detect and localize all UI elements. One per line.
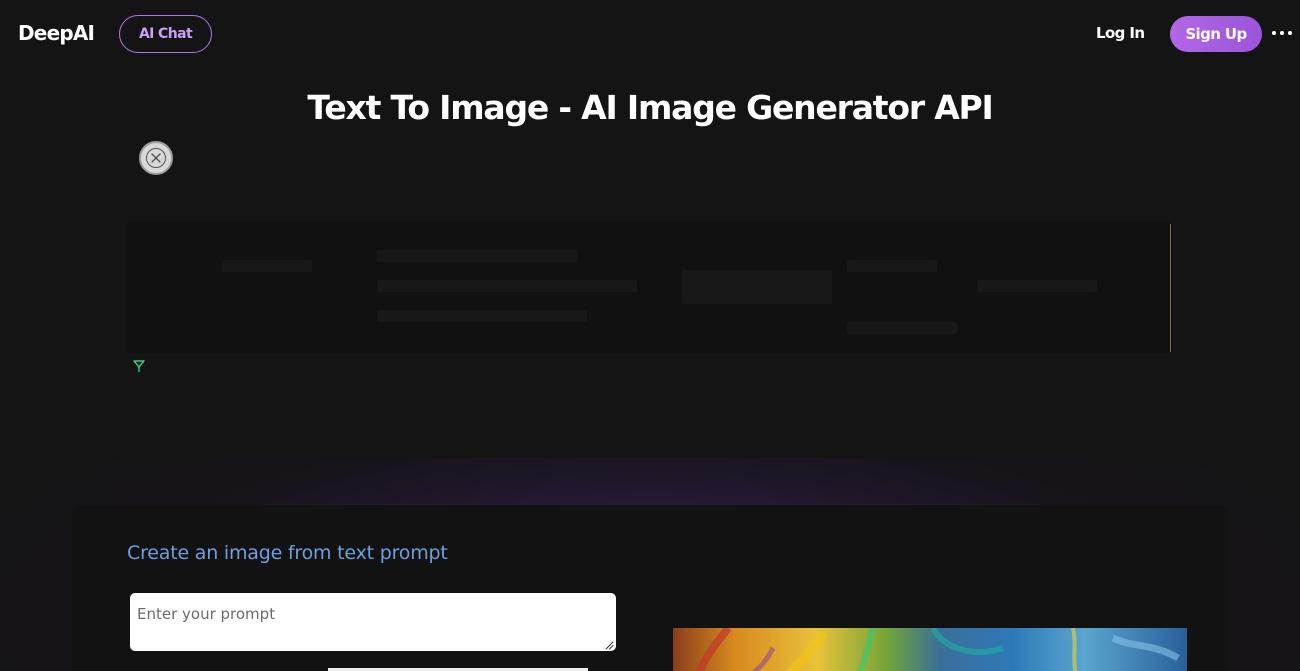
ai-chat-button[interactable]: AI Chat: [119, 15, 212, 53]
page: DeepAI AI Chat Log In Sign Up Text To Im…: [0, 0, 1300, 671]
ad-ghost-text: [222, 260, 312, 272]
ad-border-line: [1170, 224, 1171, 352]
generator-card: Create an image from text prompt: [72, 505, 1230, 671]
more-dot: [1272, 31, 1276, 35]
advertisement-banner[interactable]: [127, 222, 1172, 353]
ad-ghost-text: [377, 250, 577, 262]
more-horizontal-icon[interactable]: [1272, 31, 1292, 37]
ad-ghost-button: [682, 270, 832, 304]
prompt-input[interactable]: [130, 593, 616, 651]
close-icon[interactable]: [139, 141, 173, 175]
close-icon-ring: [146, 148, 166, 168]
abstract-painting-image: [673, 628, 1187, 671]
resize-handle-icon[interactable]: [605, 641, 614, 650]
ad-ghost-text: [847, 260, 937, 272]
page-title: Text To Image - AI Image Generator API: [307, 88, 993, 127]
top-navigation: DeepAI AI Chat Log In Sign Up: [0, 0, 1300, 70]
ad-ghost-text: [847, 322, 957, 334]
ad-choices-icon[interactable]: [132, 359, 146, 373]
close-x-glyph: [151, 153, 161, 163]
sample-image-preview: [673, 628, 1187, 671]
deepai-logo[interactable]: DeepAI: [18, 21, 95, 45]
more-dot: [1280, 31, 1284, 35]
ad-ghost-text: [377, 310, 587, 322]
generator-heading: Create an image from text prompt: [127, 542, 448, 564]
sign-up-button[interactable]: Sign Up: [1170, 16, 1262, 52]
ad-ghost-text: [977, 280, 1097, 292]
more-dot: [1288, 31, 1292, 35]
log-in-link[interactable]: Log In: [1096, 24, 1145, 42]
ad-ghost-text: [377, 280, 637, 292]
